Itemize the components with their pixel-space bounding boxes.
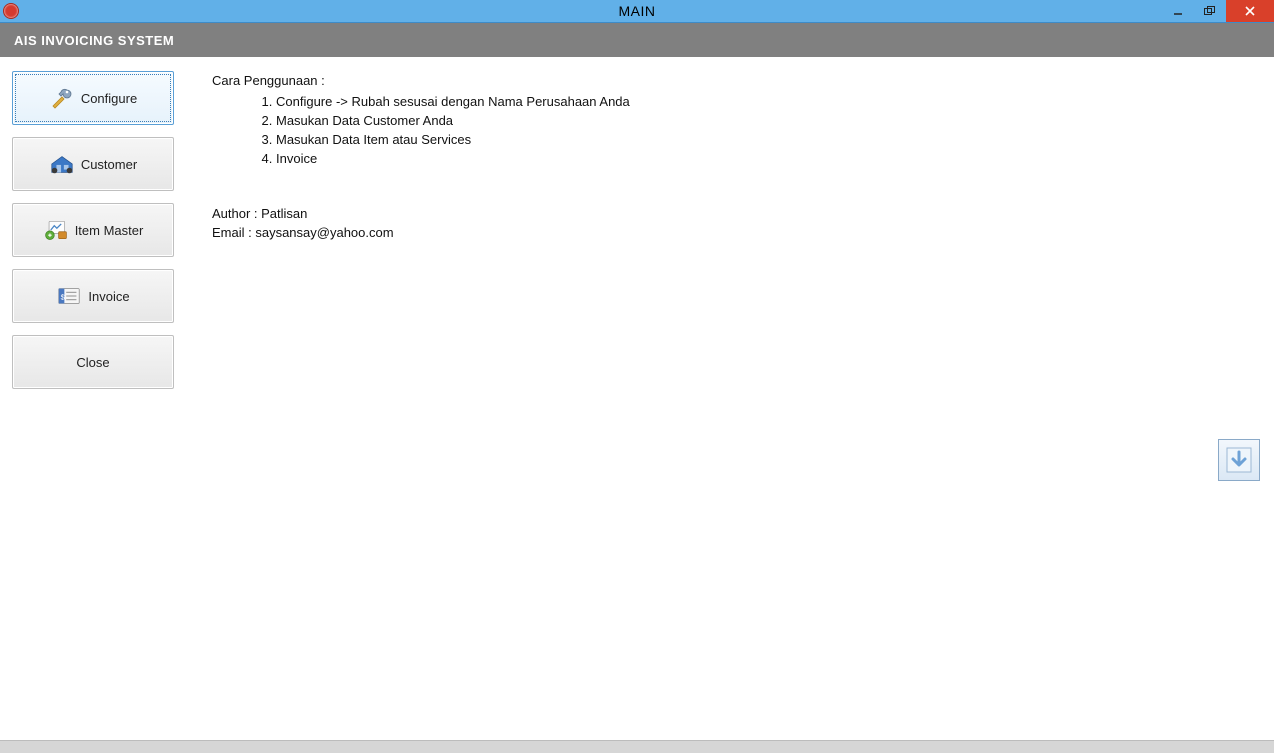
minimize-button[interactable]	[1162, 0, 1194, 22]
subheader-title: AIS INVOICING SYSTEM	[14, 33, 174, 48]
usage-steps: Configure -> Rubah sesusai dengan Nama P…	[276, 92, 1254, 168]
window-controls	[1162, 0, 1274, 22]
titlebar: MAIN	[0, 0, 1274, 23]
subheader: AIS INVOICING SYSTEM	[0, 23, 1274, 57]
configure-button[interactable]: Configure	[12, 71, 174, 125]
usage-step: Invoice	[276, 149, 1254, 168]
button-label: Item Master	[75, 223, 144, 238]
invoice-icon: $	[56, 284, 82, 308]
button-label: Configure	[81, 91, 137, 106]
download-arrow-icon	[1225, 446, 1253, 474]
author-line: Author : Patlisan	[212, 204, 1254, 223]
bottom-strip	[0, 740, 1274, 753]
invoice-button[interactable]: $ Invoice	[12, 269, 174, 323]
item-master-button[interactable]: Item Master	[12, 203, 174, 257]
minimize-icon	[1173, 6, 1183, 16]
email-line: Email : saysansay@yahoo.com	[212, 223, 1254, 242]
button-label: Invoice	[88, 289, 129, 304]
button-label: Close	[76, 355, 109, 370]
button-label: Customer	[81, 157, 137, 172]
usage-step: Masukan Data Item atau Services	[276, 130, 1254, 149]
usage-heading: Cara Penggunaan :	[212, 71, 1254, 90]
content-panel: Cara Penggunaan : Configure -> Rubah ses…	[212, 71, 1254, 242]
maximize-button[interactable]	[1194, 0, 1226, 22]
client-area: Configure Customer	[0, 57, 1274, 742]
maximize-icon	[1204, 6, 1216, 16]
close-button[interactable]: Close	[12, 335, 174, 389]
customer-icon	[49, 152, 75, 176]
download-button[interactable]	[1218, 439, 1260, 481]
item-master-icon	[43, 218, 69, 242]
close-icon	[1244, 5, 1256, 17]
app-icon	[3, 3, 19, 19]
usage-step: Configure -> Rubah sesusai dengan Nama P…	[276, 92, 1254, 111]
svg-text:$: $	[61, 293, 65, 302]
close-window-button[interactable]	[1226, 0, 1274, 22]
sidebar: Configure Customer	[12, 71, 172, 401]
window-title: MAIN	[0, 3, 1274, 19]
tools-icon	[49, 86, 75, 110]
usage-step: Masukan Data Customer Anda	[276, 111, 1254, 130]
customer-button[interactable]: Customer	[12, 137, 174, 191]
